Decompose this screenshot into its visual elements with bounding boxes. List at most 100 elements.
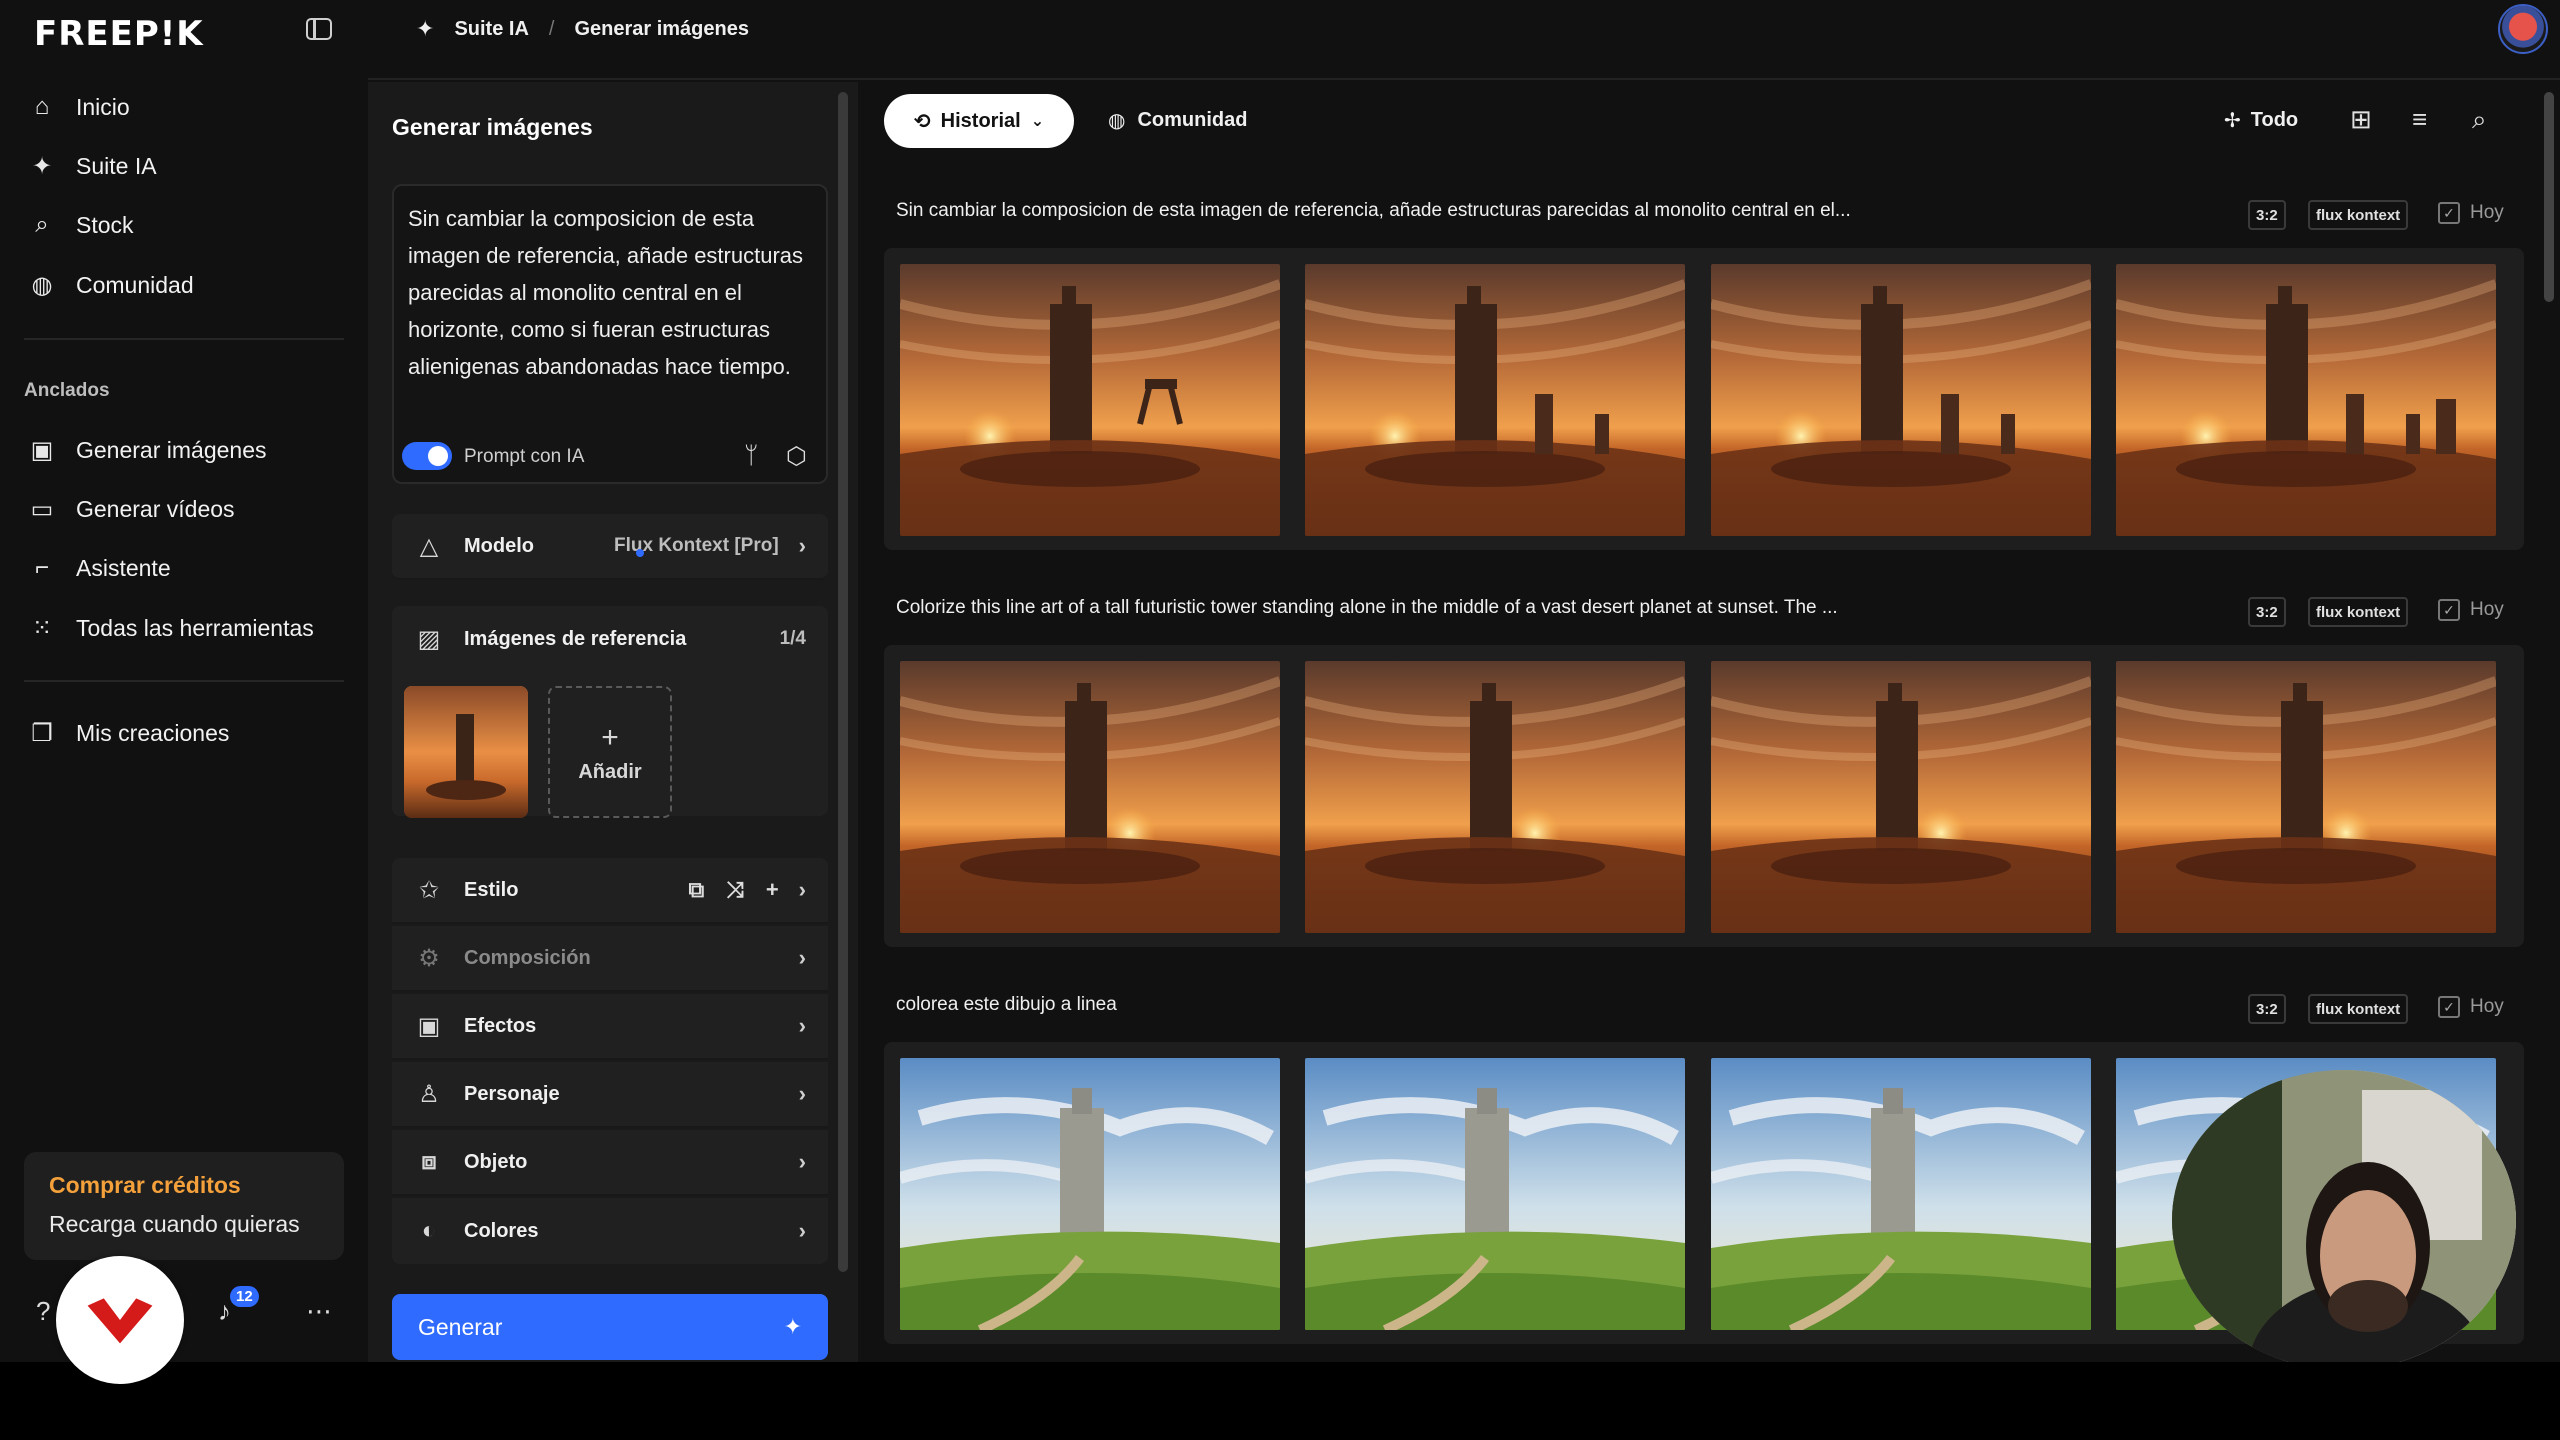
image-row: [884, 645, 2524, 947]
webcam-overlay: [2172, 1070, 2516, 1362]
grid-view-icon[interactable]: ⊞: [2350, 104, 2372, 135]
shuffle-icon[interactable]: ⤨: [726, 877, 744, 903]
ratio-badge: 3:2: [2248, 994, 2286, 1024]
generated-image[interactable]: [2116, 661, 2496, 933]
image-icon: ▨: [417, 625, 441, 653]
more-icon[interactable]: ⋯: [306, 1296, 332, 1327]
option-efectos[interactable]: ▣ Efectos ›: [392, 994, 828, 1060]
group-prompt[interactable]: colorea este dibujo a linea: [896, 994, 1117, 1016]
option-label: Composición: [464, 946, 591, 969]
option-estilo[interactable]: ✩ Estilo ⧉ ⤨ + ›: [392, 858, 828, 924]
generated-image[interactable]: [1711, 264, 2091, 536]
generated-image[interactable]: [1711, 1058, 2091, 1330]
effects-icon: ▣: [417, 1012, 441, 1040]
grid-icon: ⁙: [31, 614, 53, 642]
model-label: Modelo: [464, 535, 644, 558]
add-reference-label: Añadir: [578, 760, 642, 783]
option-label: Objeto: [464, 1150, 528, 1173]
option-composicion: ⚙ Composición ›: [392, 926, 828, 992]
notification-badge: 12: [230, 1286, 259, 1307]
prompt-ai-toggle[interactable]: [402, 442, 452, 470]
breadcrumb: ✦ Suite IA / Generar imágenes: [416, 16, 749, 42]
reference-images-count: 1/4: [779, 628, 806, 649]
add-reference-button[interactable]: + Añadir: [548, 686, 672, 818]
folder-icon: ❐: [31, 719, 53, 747]
generated-image[interactable]: [900, 661, 1280, 933]
select-group-checkbox[interactable]: ✓: [2438, 996, 2460, 1018]
history-icon: ⟲: [913, 110, 931, 133]
model-selector[interactable]: △ Modelo Flux Kontext [Pro] ›: [392, 514, 828, 580]
nav-item-stock[interactable]: ⌕ Stock: [26, 200, 346, 250]
freepik-logo[interactable]: FREEP!K: [34, 14, 204, 54]
model-icon: △: [419, 532, 439, 560]
search-icon[interactable]: ⌕: [2472, 104, 2487, 136]
panel-scrollbar[interactable]: [838, 92, 848, 1272]
nav-item-generar-videos[interactable]: ▭ Generar vídeos: [26, 484, 346, 534]
group-date: Hoy: [2470, 996, 2504, 1017]
seedling-icon[interactable]: ᛘ: [744, 442, 758, 470]
nav-item-suite-ia[interactable]: ✦ Suite IA: [26, 141, 346, 191]
ratio-badge: 3:2: [2248, 597, 2286, 627]
filter-todo[interactable]: ✢ Todo: [2224, 108, 2298, 133]
plus-icon[interactable]: +: [766, 877, 779, 903]
select-group-checkbox[interactable]: ✓: [2438, 599, 2460, 621]
select-group-checkbox[interactable]: ✓: [2438, 202, 2460, 224]
sidebar-toggle-icon[interactable]: [306, 18, 332, 40]
composition-icon: ⚙: [418, 944, 440, 972]
generated-image[interactable]: [1305, 264, 1685, 536]
tab-comunidad[interactable]: ◍ Comunidad: [1108, 108, 1247, 133]
generation-panel: Generar imágenes Sin cambiar la composic…: [368, 82, 858, 1362]
history-dropdown[interactable]: ⟲ Historial ⌄: [884, 94, 1074, 148]
nav-item-comunidad[interactable]: ◍ Comunidad: [26, 260, 346, 310]
option-objeto[interactable]: ⧈ Objeto ›: [392, 1130, 828, 1196]
help-icon[interactable]: ?: [36, 1296, 50, 1327]
prompt-ai-label: Prompt con IA: [464, 446, 585, 467]
plus-icon: +: [601, 720, 619, 754]
globe-icon: ◍: [31, 271, 53, 299]
group-prompt[interactable]: Sin cambiar la composicion de esta image…: [896, 200, 1851, 222]
bell-icon[interactable]: ♪: [218, 1296, 231, 1327]
pinned-section-label: Anclados: [24, 380, 110, 401]
style-gallery-icon[interactable]: ⧉: [688, 877, 704, 903]
chevron-right-icon: ›: [798, 1218, 806, 1243]
buy-credits-card[interactable]: Comprar créditos Recarga cuando quieras: [24, 1152, 344, 1260]
reference-image-thumbnail[interactable]: [404, 686, 528, 818]
nav-item-asistente[interactable]: ⌐ Asistente: [26, 543, 346, 593]
option-colores[interactable]: ◐ Colores ›: [392, 1198, 828, 1264]
generated-image[interactable]: [2116, 264, 2496, 536]
video-icon: ▭: [30, 495, 54, 523]
option-label: Personaje: [464, 1082, 560, 1105]
group-date: Hoy: [2470, 202, 2504, 223]
breadcrumb-suite-ia[interactable]: Suite IA: [454, 18, 528, 41]
generated-image[interactable]: [900, 264, 1280, 536]
nav-item-inicio[interactable]: ⌂ Inicio: [26, 82, 346, 132]
generated-image[interactable]: [900, 1058, 1280, 1330]
option-label: Estilo: [464, 878, 519, 901]
cube-icon[interactable]: ⬡: [786, 442, 807, 471]
generated-image[interactable]: [1711, 661, 2091, 933]
sliders-icon[interactable]: ≡: [2412, 104, 2427, 135]
generated-image[interactable]: [1305, 661, 1685, 933]
new-indicator-dot: [636, 548, 644, 557]
group-prompt[interactable]: Colorize this line art of a tall futuris…: [896, 597, 1838, 619]
prompt-box[interactable]: Sin cambiar la composicion de esta image…: [392, 184, 828, 484]
nav-item-todas-herramientas[interactable]: ⁙ Todas las herramientas: [26, 603, 346, 653]
nav-item-generar-imagenes[interactable]: ▣ Generar imágenes: [26, 425, 346, 475]
breadcrumb-separator: /: [548, 17, 555, 40]
reference-images-label: Imágenes de referencia: [464, 627, 687, 650]
style-star-icon: ✩: [418, 876, 440, 904]
image-generate-icon: ▣: [30, 436, 54, 464]
prompt-textarea[interactable]: Sin cambiar la composicion de esta image…: [408, 200, 818, 385]
chevron-right-icon: ›: [798, 945, 806, 970]
breadcrumb-generar-imagenes[interactable]: Generar imágenes: [574, 18, 749, 41]
option-personaje[interactable]: ♙ Personaje ›: [392, 1062, 828, 1128]
generate-button[interactable]: Generar ✦: [392, 1294, 828, 1360]
option-label: Efectos: [464, 1014, 537, 1037]
user-avatar[interactable]: [2498, 4, 2548, 54]
nav-item-mis-creaciones[interactable]: ❐ Mis creaciones: [26, 708, 346, 758]
model-badge: flux kontext: [2308, 994, 2409, 1024]
generated-image[interactable]: [1305, 1058, 1685, 1330]
chat-icon: ⌐: [34, 554, 49, 581]
chevron-right-icon: ›: [798, 1081, 806, 1106]
gallery-scrollbar[interactable]: [2544, 92, 2554, 302]
